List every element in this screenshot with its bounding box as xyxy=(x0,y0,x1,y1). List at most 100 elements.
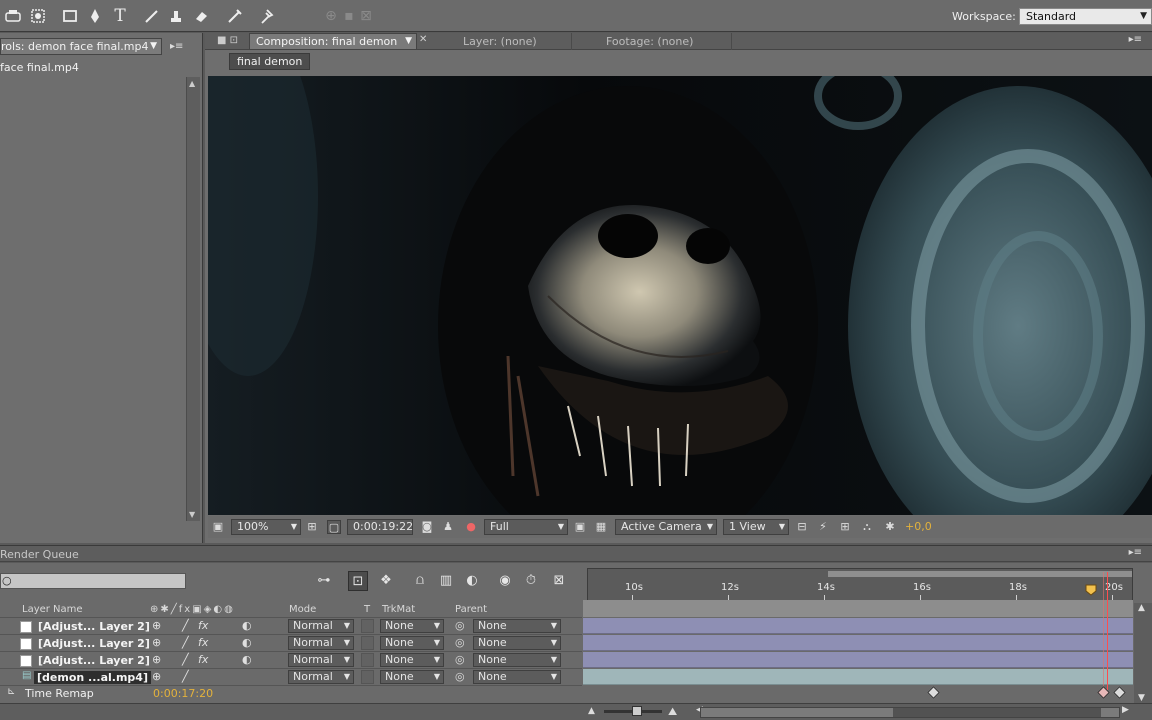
motion-blur-icon[interactable]: ◐ xyxy=(462,571,482,591)
parent-select[interactable]: None ▼ xyxy=(473,670,561,684)
safe-margins-icon[interactable]: ⊞ xyxy=(305,520,319,534)
mask-visibility-icon[interactable]: ▢ xyxy=(327,520,341,534)
t-header[interactable]: T xyxy=(364,604,370,615)
track-matte-select[interactable]: None ▼ xyxy=(380,636,444,650)
layer-mode-select[interactable]: Normal ▼ xyxy=(288,636,354,650)
camera-view-select[interactable]: Active Camera ▼ xyxy=(615,519,717,535)
comp-mini-flowchart-icon[interactable]: ⊶ xyxy=(314,571,334,591)
quality-switch-icon[interactable]: ╱ xyxy=(182,636,189,649)
tab-footage[interactable]: Footage: (none) xyxy=(606,35,693,48)
quality-switch-icon[interactable]: ╱ xyxy=(182,670,189,683)
resolution-select[interactable]: Full ▼ xyxy=(484,519,568,535)
pick-whip-icon[interactable]: ◎ xyxy=(455,653,465,666)
roto-brush-tool-icon[interactable] xyxy=(224,5,246,27)
current-time-display[interactable]: 0:00:19:22 xyxy=(347,519,413,535)
effect-switch-icon[interactable]: fx xyxy=(198,619,208,632)
adjustment-switch-icon[interactable]: ◐ xyxy=(242,653,252,666)
pick-whip-icon[interactable]: ◎ xyxy=(455,670,465,683)
effect-switch-icon[interactable]: fx xyxy=(198,636,208,649)
hide-shy-layers-icon[interactable]: ⩍ xyxy=(410,571,430,591)
shy-switch-icon[interactable]: ⊕ xyxy=(152,619,161,632)
scroll-down-icon[interactable]: ▼ xyxy=(1138,693,1145,703)
show-snapshot-icon[interactable]: ♟ xyxy=(441,520,455,534)
parent-select[interactable]: None ▼ xyxy=(473,653,561,667)
always-preview-icon[interactable]: ▣ xyxy=(211,520,225,534)
parent-select[interactable]: None ▼ xyxy=(473,636,561,650)
timeline-horizontal-scrollbar[interactable] xyxy=(700,707,1120,718)
quality-switch-icon[interactable]: ╱ xyxy=(182,619,189,632)
layer-color-swatch[interactable] xyxy=(20,621,32,633)
layer-track-area[interactable] xyxy=(583,600,1133,702)
auto-keyframe-icon[interactable]: ⏱ xyxy=(521,571,541,591)
layer-color-swatch[interactable] xyxy=(20,655,32,667)
graph-toggle-icon[interactable]: ⊾ xyxy=(7,686,15,697)
workspace-select[interactable]: Standard ▼ xyxy=(1019,8,1152,25)
graph-editor-icon[interactable]: ⊠ xyxy=(549,571,569,591)
panel-menu-icon[interactable]: ▸≡ xyxy=(1129,547,1142,558)
shy-switch-icon[interactable]: ⊕ xyxy=(152,670,161,683)
live-update-icon[interactable]: ⊡ xyxy=(348,571,368,591)
time-ruler[interactable]: 10s 12s 14s 16s 18s 20s xyxy=(587,568,1133,601)
draft-3d-icon[interactable]: ❖ xyxy=(376,571,396,591)
region-of-interest-icon[interactable]: ▣ xyxy=(573,520,587,534)
pick-whip-icon[interactable]: ◎ xyxy=(455,636,465,649)
transparency-grid-icon[interactable]: ▦ xyxy=(594,520,608,534)
layer-color-swatch[interactable] xyxy=(20,638,32,650)
track-matte-select[interactable]: None ▼ xyxy=(380,619,444,633)
brainstorm-icon[interactable]: ◉ xyxy=(495,571,515,591)
magnification-select[interactable]: 100% ▼ xyxy=(231,519,301,535)
type-tool-icon[interactable]: T xyxy=(109,5,131,27)
parent-select[interactable]: None ▼ xyxy=(473,619,561,633)
layer-mode-select[interactable]: Normal ▼ xyxy=(288,619,354,633)
fast-previews-icon[interactable]: ⚡ xyxy=(816,520,830,534)
timeline-vertical-scrollbar[interactable]: ▲ ▼ xyxy=(1134,603,1152,703)
preserve-transparency-checkbox[interactable] xyxy=(361,670,374,684)
exposure-value[interactable]: +0,0 xyxy=(905,520,932,533)
layer-duration-bar[interactable] xyxy=(583,618,1133,634)
layer-duration-bar[interactable] xyxy=(583,669,1133,685)
puppet-pin-tool-icon[interactable] xyxy=(256,5,278,27)
flowchart-icon[interactable]: ⛬ xyxy=(860,520,874,534)
layer-name[interactable]: [Adjust... Layer 2] xyxy=(38,637,150,650)
current-time-head-icon[interactable] xyxy=(1085,584,1097,596)
shy-switch-icon[interactable]: ⊕ xyxy=(152,653,161,666)
scroll-thumb[interactable] xyxy=(893,708,1101,717)
zoom-out-icon[interactable]: ▲ xyxy=(588,706,595,716)
layer-row[interactable]: [Adjust... Layer 2] ⊕ ╱ fx ◐ Normal ▼ Non… xyxy=(0,635,582,652)
view-layout-select[interactable]: 1 View ▼ xyxy=(723,519,789,535)
lock-icon[interactable]: ■ ⊡ xyxy=(217,35,238,46)
track-matte-select[interactable]: None ▼ xyxy=(380,653,444,667)
layer-row[interactable]: [Adjust... Layer 2] ⊕ ╱ fx ◐ Normal ▼ Non… xyxy=(0,618,582,635)
layer-mode-select[interactable]: Normal ▼ xyxy=(288,670,354,684)
composition-breadcrumb[interactable]: final demon xyxy=(229,53,311,70)
mode-header[interactable]: Mode xyxy=(289,604,316,615)
property-row[interactable]: ⊾ Time Remap 0:00:17:20 xyxy=(0,685,582,702)
timeline-search-input[interactable]: ○ xyxy=(0,573,186,589)
layer-name[interactable]: [demon ...al.mp4] xyxy=(34,671,151,684)
time-zoom-knob[interactable] xyxy=(632,706,642,716)
layer-mode-select[interactable]: Normal ▼ xyxy=(288,653,354,667)
toggle-pixel-aspect-icon[interactable]: ⊟ xyxy=(795,520,809,534)
preserve-transparency-checkbox[interactable] xyxy=(361,636,374,650)
rectangle-tool-icon[interactable] xyxy=(59,5,81,27)
scroll-right-icon[interactable]: ▶ xyxy=(1122,705,1129,715)
preserve-transparency-checkbox[interactable] xyxy=(361,653,374,667)
orbit-camera-tool-icon[interactable] xyxy=(27,5,49,27)
close-icon[interactable]: ✕ xyxy=(419,34,427,45)
panel-menu-icon[interactable]: ▸≡ xyxy=(1129,34,1142,45)
chevron-down-icon[interactable]: ▼ xyxy=(405,34,412,49)
quality-switch-icon[interactable]: ╱ xyxy=(182,653,189,666)
layer-duration-bar[interactable] xyxy=(583,635,1133,651)
tab-render-queue[interactable]: Render Queue xyxy=(0,548,79,561)
layer-name-header[interactable]: Layer Name xyxy=(22,604,83,615)
composition-viewer[interactable] xyxy=(208,76,1152,515)
view-axis-icon[interactable]: ⊠ xyxy=(355,5,377,27)
time-zoom-slider[interactable] xyxy=(604,706,662,716)
effect-switch-icon[interactable]: fx xyxy=(198,653,208,666)
scroll-up-icon[interactable]: ▲ xyxy=(1138,603,1145,613)
track-matte-select[interactable]: None ▼ xyxy=(380,670,444,684)
scroll-down-icon[interactable]: ▼ xyxy=(189,510,195,519)
vertical-scrollbar[interactable]: ▲ ▼ xyxy=(186,77,200,521)
brush-tool-icon[interactable] xyxy=(141,5,163,27)
zoom-in-icon[interactable]: ⛰ xyxy=(668,705,677,719)
